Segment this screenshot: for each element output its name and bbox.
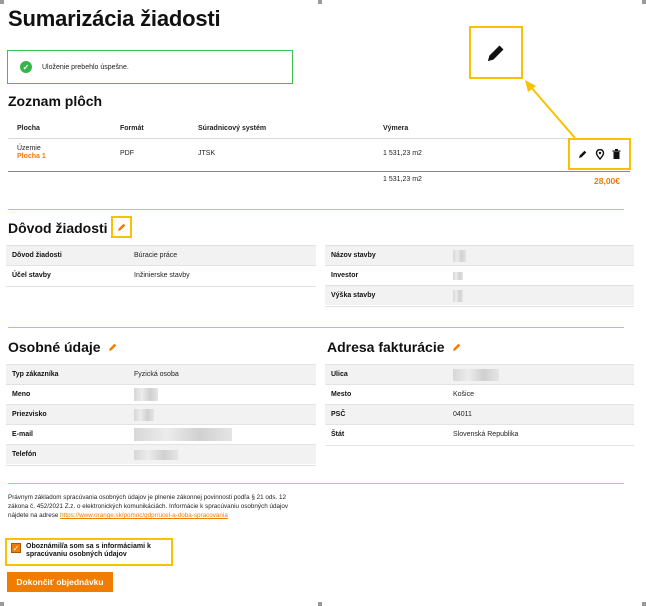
detail-row: E-mail	[6, 424, 316, 444]
pencil-icon[interactable]	[578, 149, 588, 159]
submit-order-button[interactable]: Dokončiť objednávku	[7, 572, 113, 592]
detail-row: Štát Slovenská Republika	[325, 424, 634, 444]
corner-mark	[318, 602, 322, 606]
detail-row: PSČ 04011	[325, 404, 634, 424]
corner-mark	[642, 0, 646, 4]
detail-value: Slovenská Republika	[453, 431, 519, 438]
personal-panel: Typ zákazníka Fyzická osoba Meno Priezvi…	[6, 364, 316, 466]
detail-value: Inžinierske stavby	[134, 272, 190, 279]
section-divider	[8, 327, 624, 328]
detail-key: Štát	[331, 431, 345, 438]
highlighted-edit-callout	[469, 26, 523, 79]
redacted-value	[134, 449, 178, 460]
detail-key: Ulica	[331, 371, 348, 378]
area-row-system: JTSK	[198, 150, 216, 157]
detail-row: Investor	[325, 265, 634, 285]
areas-heading: Zoznam plôch	[8, 93, 103, 109]
detail-value: Košice	[453, 391, 475, 398]
redacted-value	[453, 368, 499, 381]
legal-notice: Právnym základom spracúvania osobných úd…	[8, 493, 298, 520]
detail-row: Priezvisko	[6, 404, 316, 424]
detail-key: Investor	[331, 272, 359, 279]
detail-row: Mesto Košice	[325, 384, 634, 404]
table-divider	[8, 171, 630, 172]
corner-mark	[642, 602, 646, 606]
detail-key: E-mail	[12, 431, 34, 438]
detail-value: Fyzická osoba	[134, 371, 179, 378]
area-row-size: 1 531,23 m2	[383, 150, 422, 157]
detail-row: Ulica	[325, 364, 634, 384]
map-pin-icon[interactable]	[595, 148, 605, 160]
pencil-icon[interactable]	[108, 342, 118, 352]
column-header-system: Súradnicový systém	[198, 125, 267, 132]
detail-value: Búracie práce	[134, 252, 178, 259]
redacted-value	[453, 249, 466, 262]
detail-key: Typ zákazníka	[12, 371, 59, 378]
table-divider	[8, 138, 630, 139]
reason-left-panel: Dôvod žiadosti Búracie práce Účel stavby…	[6, 245, 316, 287]
row-actions	[568, 138, 631, 170]
redacted-value	[134, 388, 158, 401]
detail-key: Názov stavby	[331, 252, 376, 259]
redacted-value	[453, 289, 463, 302]
detail-key: Dôvod žiadosti	[12, 252, 62, 259]
callout-arrow	[525, 80, 576, 139]
detail-row: Telefón	[6, 444, 316, 464]
reason-right-panel: Názov stavby Investor Výška stavby	[325, 245, 634, 307]
corner-mark	[0, 0, 4, 4]
corner-mark	[0, 602, 4, 606]
detail-value: 04011	[453, 411, 472, 418]
total-price: 28,00€	[594, 176, 620, 186]
trash-icon[interactable]	[612, 149, 621, 159]
success-alert: ✓ Uloženie prebehlo úspešne.	[7, 50, 293, 84]
area-row-label: Územie	[17, 145, 41, 152]
section-divider	[8, 209, 624, 210]
detail-key: Priezvisko	[12, 411, 47, 418]
billing-heading: Adresa fakturácie	[327, 339, 462, 355]
area-row-format: PDF	[120, 150, 134, 157]
detail-row: Dôvod žiadosti Búracie práce	[6, 245, 316, 265]
consent-label: Oboznámil/a som sa s informáciami k spra…	[26, 543, 151, 558]
detail-row: Výška stavby	[325, 285, 634, 305]
detail-key: Výška stavby	[331, 292, 376, 299]
column-header-plocha: Plocha	[17, 125, 40, 132]
detail-row: Meno	[6, 384, 316, 404]
detail-key: PSČ	[331, 411, 346, 418]
detail-row: Názov stavby	[325, 245, 634, 265]
pencil-icon	[117, 223, 125, 231]
column-header-vymera: Výmera	[383, 125, 409, 132]
page-title: Sumarizácia žiadosti	[8, 6, 221, 31]
edit-reason-button[interactable]	[111, 216, 132, 238]
check-icon: ✓	[20, 61, 32, 73]
corner-mark	[318, 0, 322, 4]
column-header-format: Formát	[120, 125, 144, 132]
detail-key: Telefón	[12, 451, 37, 458]
section-divider	[8, 483, 624, 484]
redacted-value	[453, 271, 463, 280]
detail-row: Typ zákazníka Fyzická osoba	[6, 364, 316, 384]
detail-key: Meno	[12, 391, 31, 398]
detail-row: Účel stavby Inžinierske stavby	[6, 265, 316, 285]
personal-heading: Osobné údaje	[8, 339, 118, 355]
pencil-icon[interactable]	[452, 342, 462, 352]
detail-key: Účel stavby	[12, 272, 51, 279]
total-area: 1 531,23 m2	[383, 176, 422, 183]
area-row-name[interactable]: Plocha 1	[17, 153, 46, 160]
redacted-value	[134, 408, 154, 421]
gdpr-link[interactable]: https://www.orange.sk/pomoc/gdpr/ucel-a-…	[60, 512, 228, 519]
checkbox-checked-icon[interactable]: ✓	[11, 543, 21, 553]
reason-heading: Dôvod žiadosti	[8, 220, 108, 236]
consent-checkbox-row[interactable]: ✓ Oboznámil/a som sa s informáciami k sp…	[5, 538, 173, 566]
pencil-icon	[488, 45, 504, 61]
redacted-value	[134, 428, 232, 441]
success-message: Uloženie prebehlo úspešne.	[42, 63, 129, 71]
billing-panel: Ulica Mesto Košice PSČ 04011 Štát Sloven…	[325, 364, 634, 446]
detail-key: Mesto	[331, 391, 352, 398]
